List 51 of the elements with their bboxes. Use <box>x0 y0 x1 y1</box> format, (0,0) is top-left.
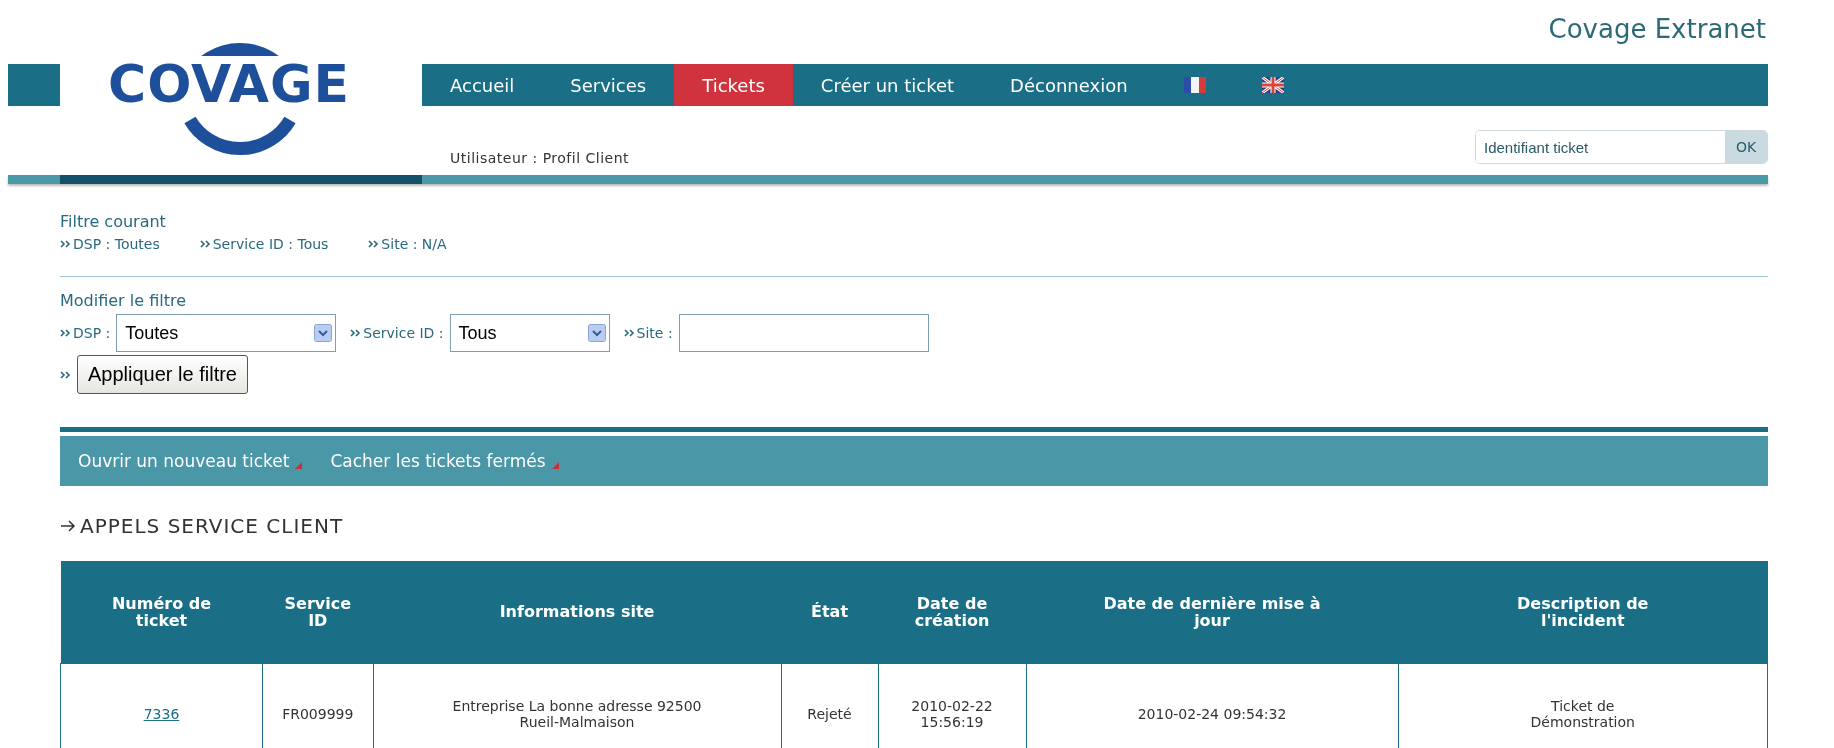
table-cell: 2010-02-24 09:54:32 <box>1026 663 1398 748</box>
column-header: Numéro de ticket <box>60 561 263 663</box>
table-cell: FR009999 <box>262 663 373 748</box>
arrow-right-icon <box>60 520 76 532</box>
table-cell: Rejeté <box>781 663 878 748</box>
action-link[interactable]: Cacher les tickets fermés <box>330 451 546 471</box>
site-title: Covage Extranet <box>1547 13 1767 46</box>
column-header: Service ID <box>262 561 373 663</box>
field-label: Service ID : <box>363 325 444 341</box>
double-chevron-icon <box>60 240 71 248</box>
filter-value: DSP : Toutes <box>73 236 160 252</box>
filter-value: Service ID : Tous <box>212 236 329 252</box>
field-label: Site : <box>636 325 673 341</box>
double-chevron-icon <box>60 329 71 337</box>
table-cell: Ticket de Démonstration <box>1398 663 1768 748</box>
nav-tab[interactable]: Créer un ticket <box>792 64 983 106</box>
action-link[interactable]: Ouvrir un nouveau ticket <box>78 451 290 471</box>
double-chevron-icon <box>623 329 635 337</box>
nav-tab[interactable]: Tickets <box>674 64 793 106</box>
double-chevron-icon <box>199 240 211 248</box>
column-header: Date de création <box>878 561 1026 663</box>
ticket-link[interactable]: 7336 <box>143 705 180 722</box>
nav-tab[interactable]: Accueil <box>422 64 543 106</box>
filter-value: Site : N/A <box>381 236 447 252</box>
table-cell: Entreprise La bonne adresse 92500 Rueil-Malmaison <box>373 663 781 748</box>
double-chevron-icon <box>368 240 380 248</box>
column-header: Description de l'incident <box>1398 561 1768 663</box>
section-label: Modifier le filtre <box>60 291 188 310</box>
dropdown[interactable]: Toutes <box>116 314 337 352</box>
corner-triangle-icon <box>295 462 303 469</box>
nav-tab[interactable]: Déconnexion <box>982 64 1156 106</box>
ok-button[interactable]: OK <box>1725 131 1767 163</box>
dropdown[interactable]: Tous <box>449 314 610 352</box>
ticket-search-field[interactable]: Identifiant ticket OK <box>1475 130 1768 164</box>
double-chevron-icon <box>60 370 71 379</box>
double-chevron-icon <box>350 329 362 337</box>
site-input-field[interactable] <box>678 314 929 352</box>
column-header: Date de dernière mise à jour <box>1026 561 1398 663</box>
uk-flag-icon[interactable] <box>1261 77 1284 93</box>
france-flag-icon[interactable] <box>1183 77 1206 93</box>
table-cell: 2010-02-22 15:56:19 <box>878 663 1026 748</box>
field-label: DSP : <box>73 325 111 341</box>
nav-bar-segment <box>8 64 60 106</box>
column-header: État <box>781 561 878 663</box>
column-header: Informations site <box>373 561 781 663</box>
user-label: Utilisateur : Profil Client <box>450 150 630 166</box>
corner-triangle-icon <box>551 462 559 469</box>
apply-filter-button[interactable]: Appliquer le filtre <box>77 355 248 394</box>
section-title: APPELS SERVICE CLIENT <box>80 514 344 538</box>
nav-tab[interactable]: Services <box>542 64 675 106</box>
section-label: Filtre courant <box>60 212 167 231</box>
